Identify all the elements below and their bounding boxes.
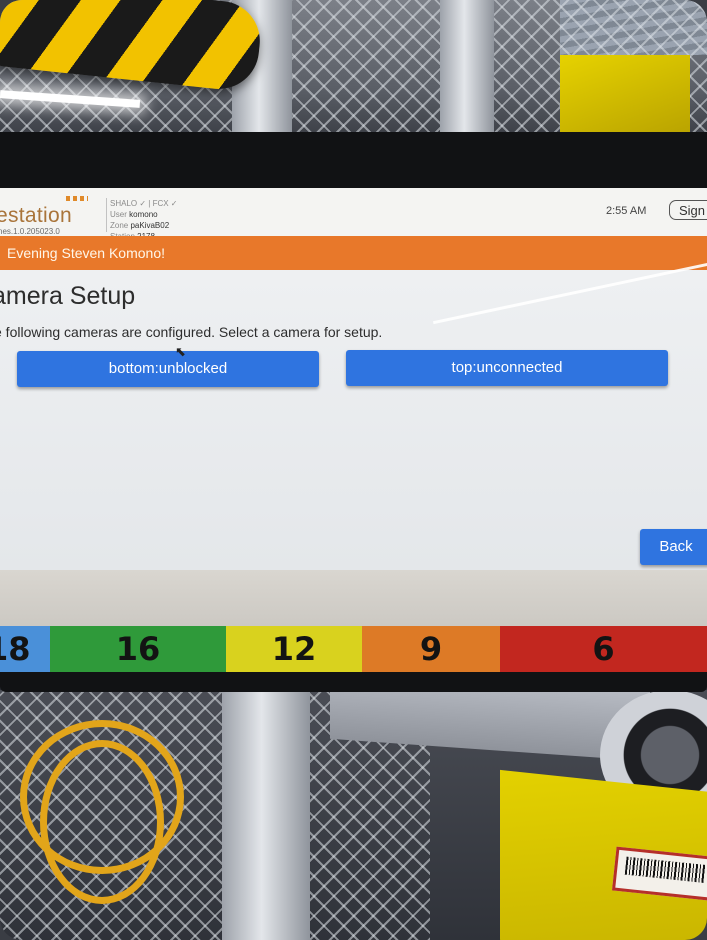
app-header: estation nes.1.0.205023.0 SHALO ✓ | FCX … [0,188,707,241]
sign-out-button[interactable]: Sign [669,200,707,220]
strip-segment-12: 12 [226,626,362,672]
background-warehouse [0,0,707,150]
color-number-strip: 18 16 12 9 6 [0,626,707,672]
user-label: User [110,210,127,219]
main-content: amera Setup e following cameras are conf… [0,258,707,570]
camera-bottom-button[interactable]: bottom:unblocked [17,351,319,387]
header-divider [106,198,107,232]
instruction-text: e following cameras are configured. Sele… [0,324,383,340]
service-status: SHALO ✓ | FCX ✓ [110,199,178,208]
strip-segment-6: 6 [500,626,707,672]
mouse-cursor-icon: ⬉ [175,344,186,359]
yellow-bin-top [560,55,690,135]
brand-logo: estation [0,204,72,227]
zone-label: Zone [110,221,129,230]
strip-segment-18: 18 [0,626,50,672]
user-row: User komono [110,209,178,220]
camera-top-button[interactable]: top:unconnected [346,350,668,386]
brand-dots [66,196,88,201]
greeting-text: Evening Steven Komono! [7,245,165,261]
app-version: nes.1.0.205023.0 [0,227,60,236]
greeting-banner: Evening Steven Komono! [0,236,707,270]
zone-row: Zone paKivaB02 [110,220,178,231]
user-value: komono [129,210,158,219]
zone-value: paKivaB02 [130,221,170,230]
strip-segment-16: 16 [50,626,226,672]
clock: 2:55 AM [606,205,647,217]
strip-segment-9: 9 [362,626,500,672]
steel-post-right [440,0,494,140]
page-title: amera Setup [0,282,136,310]
steel-pole [222,676,310,940]
photo: estation nes.1.0.205023.0 SHALO ✓ | FCX … [0,0,707,940]
yellow-cable-coil-inner [40,740,164,904]
back-button[interactable]: Back [640,529,707,565]
monitor-screen: estation nes.1.0.205023.0 SHALO ✓ | FCX … [0,188,707,638]
